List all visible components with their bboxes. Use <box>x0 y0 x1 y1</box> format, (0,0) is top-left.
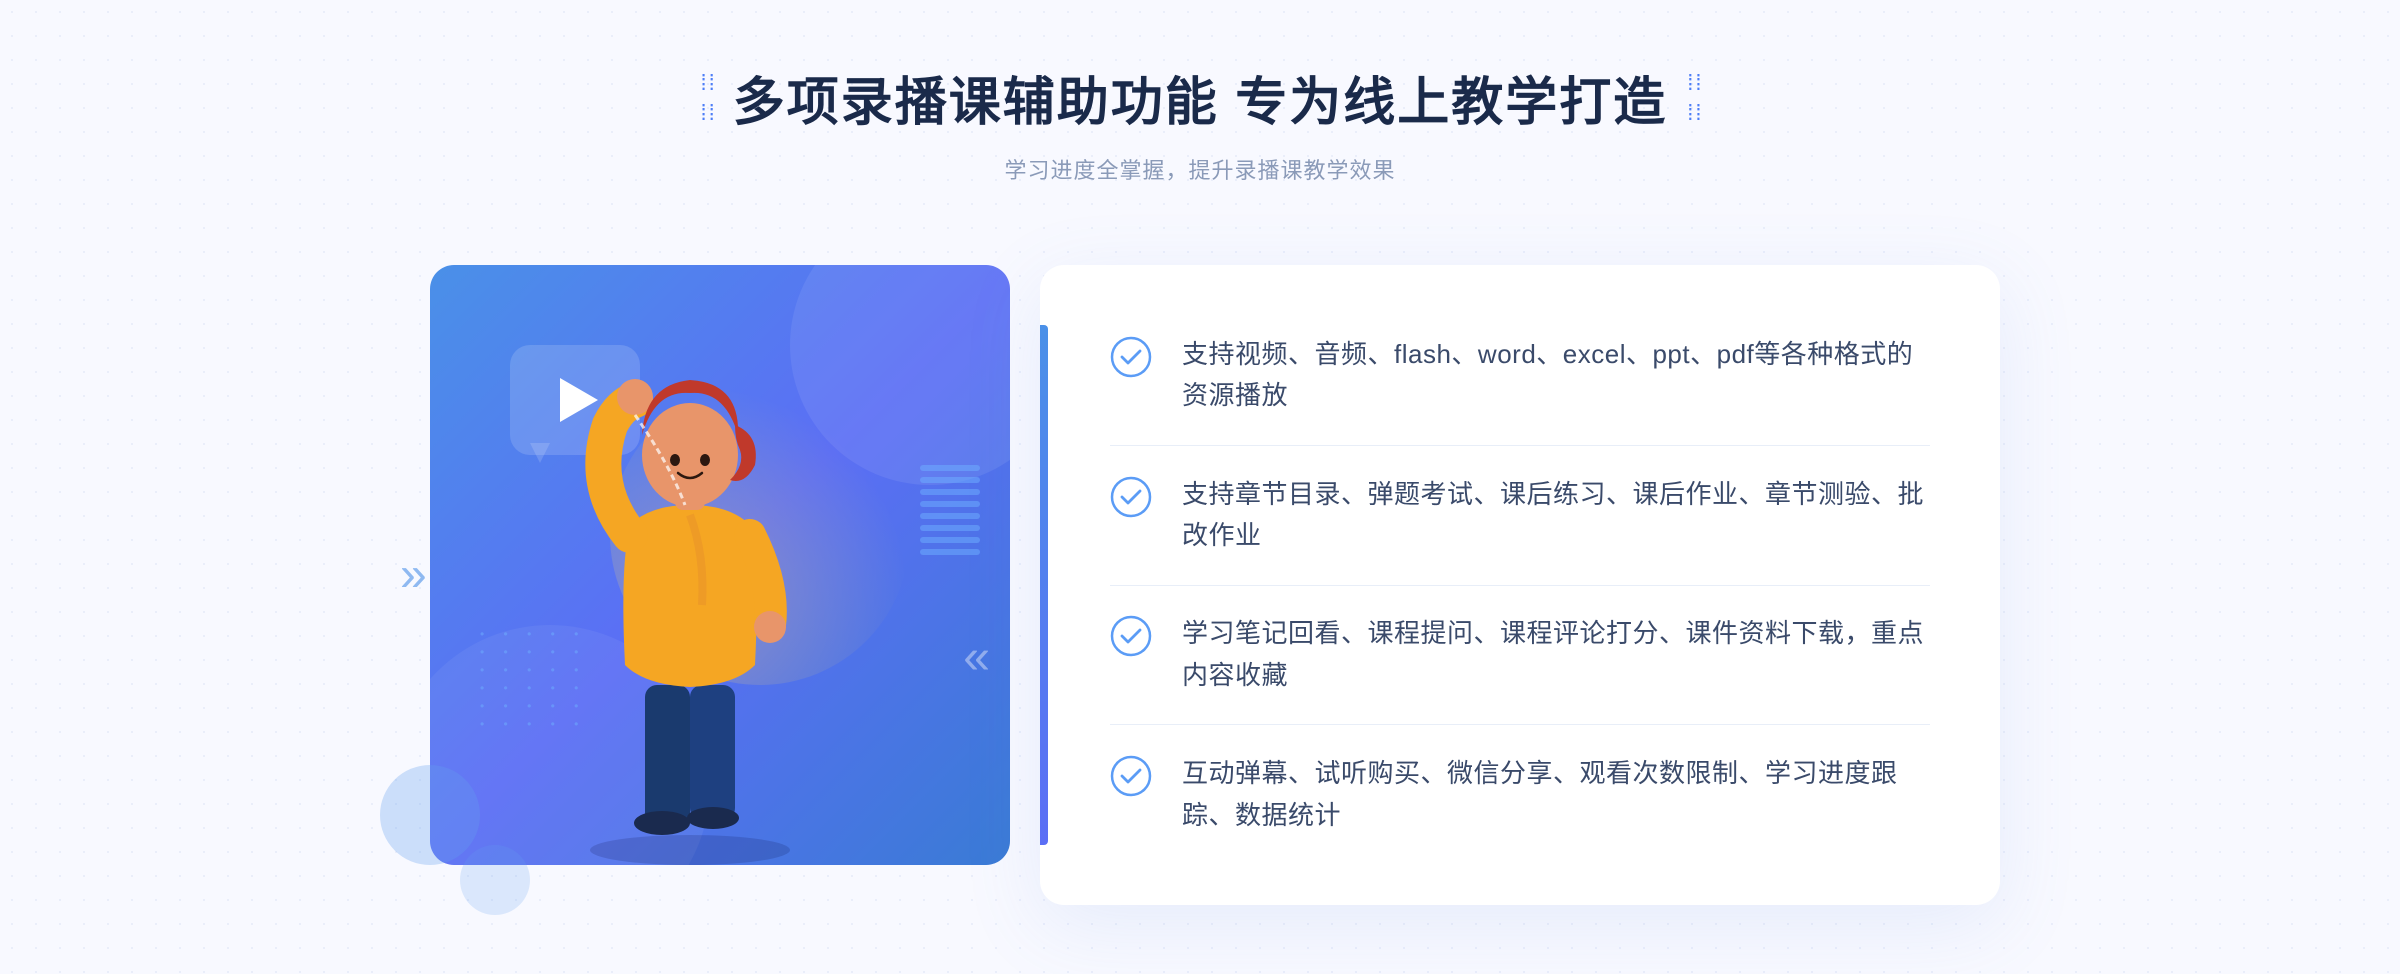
feature-text-4: 互动弹幕、试听购买、微信分享、观看次数限制、学习进度跟踪、数据统计 <box>1182 753 1930 836</box>
feature-text-3: 学习笔记回看、课程提问、课程评论打分、课件资料下载，重点内容收藏 <box>1182 613 1930 696</box>
feature-item-1: 支持视频、音频、flash、word、excel、ppt、pdf等各种格式的资源… <box>1110 324 1930 427</box>
check-icon-1 <box>1110 336 1152 378</box>
content-section: 支持视频、音频、flash、word、excel、ppt、pdf等各种格式的资源… <box>400 225 2000 925</box>
circle-decoration-1 <box>380 765 480 865</box>
page-subtitle: 学习进度全掌握，提升录播课教学效果 <box>701 153 1700 185</box>
title-row: 多项录播课辅助功能 专为线上教学打造 <box>701 60 1700 135</box>
divider-1 <box>1110 445 1930 446</box>
page-container: 多项录播课辅助功能 专为线上教学打造 学习进度全掌握，提升录播课教学效果 <box>0 0 2400 974</box>
left-arrows-decoration <box>400 548 427 603</box>
check-icon-4 <box>1110 755 1152 797</box>
header-section: 多项录播课辅助功能 专为线上教学打造 学习进度全掌握，提升录播课教学效果 <box>701 0 1700 185</box>
illustration-card <box>430 265 1010 865</box>
feature-text-1: 支持视频、音频、flash、word、excel、ppt、pdf等各种格式的资源… <box>1182 334 1930 417</box>
left-decoration <box>701 70 713 126</box>
panel-accent-bar <box>1040 325 1048 845</box>
right-decoration <box>1687 70 1699 126</box>
divider-2 <box>1110 585 1930 586</box>
divider-3 <box>1110 724 1930 725</box>
feature-item-2: 支持章节目录、弹题考试、课后练习、课后作业、章节测验、批改作业 <box>1110 464 1930 567</box>
feature-text-2: 支持章节目录、弹题考试、课后练习、课后作业、章节测验、批改作业 <box>1182 474 1930 557</box>
card-arrows-decoration <box>963 630 990 685</box>
features-panel: 支持视频、音频、flash、word、excel、ppt、pdf等各种格式的资源… <box>1040 265 2000 905</box>
illustration-wrapper <box>400 225 1080 925</box>
person-illustration <box>530 305 850 865</box>
page-title: 多项录播课辅助功能 专为线上教学打造 <box>733 60 1667 135</box>
stripe-decoration <box>920 465 980 555</box>
feature-item-4: 互动弹幕、试听购买、微信分享、观看次数限制、学习进度跟踪、数据统计 <box>1110 743 1930 846</box>
feature-item-3: 学习笔记回看、课程提问、课程评论打分、课件资料下载，重点内容收藏 <box>1110 603 1930 706</box>
check-icon-2 <box>1110 476 1152 518</box>
circle-decoration-2 <box>460 845 530 915</box>
check-icon-3 <box>1110 615 1152 657</box>
